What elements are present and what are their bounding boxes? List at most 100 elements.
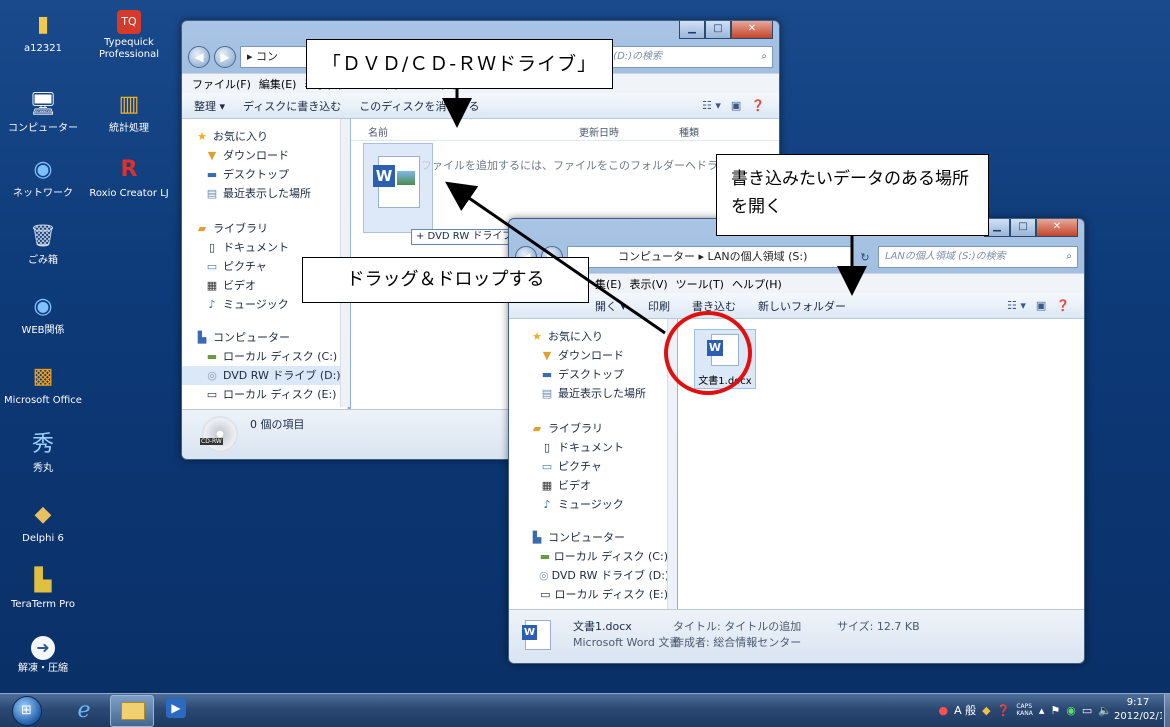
close-button[interactable]: ✕	[731, 21, 773, 39]
refresh-button[interactable]: ↻	[856, 251, 874, 264]
roxio-icon: R	[120, 157, 138, 182]
nav-music[interactable]: ♪ ミュージック	[529, 495, 668, 514]
desktop-icon-computer[interactable]: 🖥 コンピューター	[0, 90, 86, 135]
music-icon: ♪	[543, 498, 551, 511]
preview-pane-icon[interactable]: ▣	[1036, 299, 1046, 312]
menu-tools[interactable]: ツール(T)	[676, 276, 724, 292]
nav-libraries[interactable]: ▰ ライブラリ	[529, 419, 668, 438]
desktop-icon-hidemaru[interactable]: 秀 秀丸	[0, 430, 86, 475]
column-type[interactable]: 種類	[679, 124, 699, 139]
nav-drive-d[interactable]: ◎ DVD RW ドライブ (D:)	[182, 366, 347, 385]
nav-computer[interactable]: ▙ コンピューター	[529, 528, 668, 547]
nav-downloads[interactable]: ▼ ダウンロード	[529, 346, 668, 365]
menu-edit[interactable]: 集(E)	[595, 276, 622, 292]
desktop-icon-label: 解凍・圧縮	[18, 663, 68, 674]
forward-button[interactable]: ▶	[214, 46, 236, 68]
print-button[interactable]: 印刷	[648, 298, 670, 314]
view-options-icon[interactable]: ☷ ▾	[702, 99, 721, 112]
erase-disc-button[interactable]: このディスクを消去する	[359, 98, 479, 114]
nav-videos[interactable]: ▦ ビデオ	[529, 476, 668, 495]
organize-button[interactable]: 整理 ▾	[194, 98, 225, 114]
view-options-icon[interactable]: ☷ ▾	[1007, 299, 1026, 312]
nav-libraries[interactable]: ▰ ライブラリ	[194, 219, 347, 238]
nav-recent[interactable]: ▤ 最近表示した場所	[529, 384, 668, 403]
desktop-icon-web[interactable]: ◉ WEB関係	[0, 292, 86, 337]
nav-label: ダウンロード	[223, 149, 289, 162]
menu-file[interactable]: ファイル(F)	[192, 76, 251, 92]
preview-pane-icon[interactable]: ▣	[731, 99, 741, 112]
nav-desktop[interactable]: ▬ デスクトップ	[529, 365, 668, 384]
column-name[interactable]: 名前	[368, 124, 388, 139]
nav-label: ライブラリ	[213, 222, 268, 235]
desktop-icon-roxio[interactable]: R Roxio Creator LJ	[86, 155, 172, 200]
address-bar[interactable]: コンピューター ▸ LANの個人領域 (S:)	[567, 246, 852, 268]
nav-drive-c[interactable]: ▬ ローカル ディスク (C:)	[194, 347, 347, 366]
nav-documents[interactable]: ▯ ドキュメント	[529, 438, 668, 457]
desktop-icon-typequick[interactable]: TQ Typequick Professional	[86, 10, 172, 61]
desktop-icon-network[interactable]: ◉ ネットワーク	[0, 155, 86, 200]
volume-icon[interactable]: 🔈	[1098, 704, 1112, 717]
navigation-pane: ★ お気に入り ▼ ダウンロード ▬ デスクトップ ▤ 最近表示した場所 ▰ ライブラリ …	[509, 319, 669, 611]
desktop-icon-delphi[interactable]: ◆ Delphi 6	[0, 500, 86, 545]
ime-mode[interactable]: A 般	[954, 702, 976, 718]
nav-computer[interactable]: ▙ コンピューター	[194, 328, 347, 347]
column-modified[interactable]: 更新日時	[579, 124, 619, 139]
taskbar-explorer-button[interactable]	[110, 695, 154, 727]
menu-help[interactable]: ヘルプ(H)	[732, 276, 782, 292]
nav-documents[interactable]: ▯ ドキュメント	[194, 238, 347, 257]
nav-favorites[interactable]: ★ お気に入り	[194, 127, 347, 146]
videos-icon: ▦	[541, 479, 553, 492]
back-button[interactable]: ◀	[188, 46, 210, 68]
open-button[interactable]: 開く ▾	[595, 298, 626, 314]
desktop-icon-recycle[interactable]: 🗑 ごみ箱	[0, 222, 86, 267]
network-icon[interactable]: ▭	[1082, 704, 1092, 717]
nav-downloads[interactable]: ▼ ダウンロード	[194, 146, 347, 165]
show-desktop-button[interactable]	[1164, 694, 1170, 727]
close-button[interactable]: ✕	[1036, 219, 1078, 237]
desktop-icon-label: WEB関係	[21, 325, 65, 336]
search-input[interactable]: LANの個人領域 (S:)の検索 ⌕	[878, 246, 1078, 268]
help-icon[interactable]: ❓	[751, 99, 765, 112]
nav-recent[interactable]: ▤ 最近表示した場所	[194, 184, 347, 203]
nav-label: デスクトップ	[223, 168, 289, 181]
new-folder-button[interactable]: 新しいフォルダー	[758, 298, 846, 314]
nav-favorites[interactable]: ★ お気に入り	[529, 327, 668, 346]
start-button[interactable]: ⊞	[12, 696, 42, 726]
nav-pictures[interactable]: ▭ ピクチャ	[529, 457, 668, 476]
details-title[interactable]: タイトル: タイトルの追加	[673, 618, 801, 634]
nav-label: コンピューター	[213, 331, 290, 344]
help-icon[interactable]: ❓	[1056, 299, 1070, 312]
nav-drive-c[interactable]: ▬ ローカル ディスク (C:)	[529, 547, 668, 566]
desktop-icon-archive[interactable]: ➜ 解凍・圧縮	[0, 636, 86, 675]
minimize-button[interactable]: ▁	[679, 21, 705, 39]
details-author[interactable]: 作成者: 総合情報センター	[673, 634, 801, 650]
clock-time: 9:17	[1126, 697, 1150, 708]
desktop-icon-user[interactable]: ▮ a12321	[0, 10, 86, 55]
nav-desktop[interactable]: ▬ デスクトップ	[194, 165, 347, 184]
menu-view[interactable]: 表示(V)	[630, 276, 668, 292]
nav-drive-e[interactable]: ▭ ローカル ディスク (E:)	[194, 385, 347, 404]
nav-label: ミュージック	[223, 298, 289, 311]
help-icon[interactable]: ❓	[997, 704, 1011, 717]
menu-edit[interactable]: 編集(E)	[259, 76, 297, 92]
network-status-icon[interactable]: ◉	[1066, 704, 1076, 717]
download-folder-icon: ▼	[542, 349, 552, 362]
clock[interactable]: 9:17 2012/02/10	[1114, 696, 1162, 724]
ime-pin-icon[interactable]: ●	[939, 704, 949, 717]
maximize-button[interactable]: □	[705, 21, 731, 39]
nav-drive-e[interactable]: ▭ ローカル ディスク (E:)	[529, 585, 668, 604]
burn-to-disc-button[interactable]: ディスクに書き込む	[243, 98, 341, 114]
desktop-icon-teraterm[interactable]: ▙ TeraTerm Pro	[0, 566, 86, 611]
ime-tools-icon[interactable]: ◆	[982, 704, 990, 717]
taskbar-ie-button[interactable]: e	[66, 696, 102, 726]
action-center-flag-icon[interactable]: ⚑	[1050, 704, 1060, 717]
show-hidden-icons[interactable]: ▴	[1039, 704, 1045, 717]
taskbar-media-button[interactable]: ▶	[166, 698, 190, 722]
pictures-icon: ▭	[541, 460, 553, 473]
nav-drive-d[interactable]: ◎ DVD RW ドライブ (D:)	[529, 566, 668, 585]
maximize-button[interactable]: □	[1010, 219, 1036, 237]
desktop-icon-label: ネットワーク	[13, 188, 73, 199]
desktop-icon-office[interactable]: ▩ Microsoft Office	[0, 362, 86, 407]
library-icon: ▰	[532, 422, 542, 435]
desktop-icon-stats[interactable]: ▥ 統計処理	[86, 90, 172, 135]
